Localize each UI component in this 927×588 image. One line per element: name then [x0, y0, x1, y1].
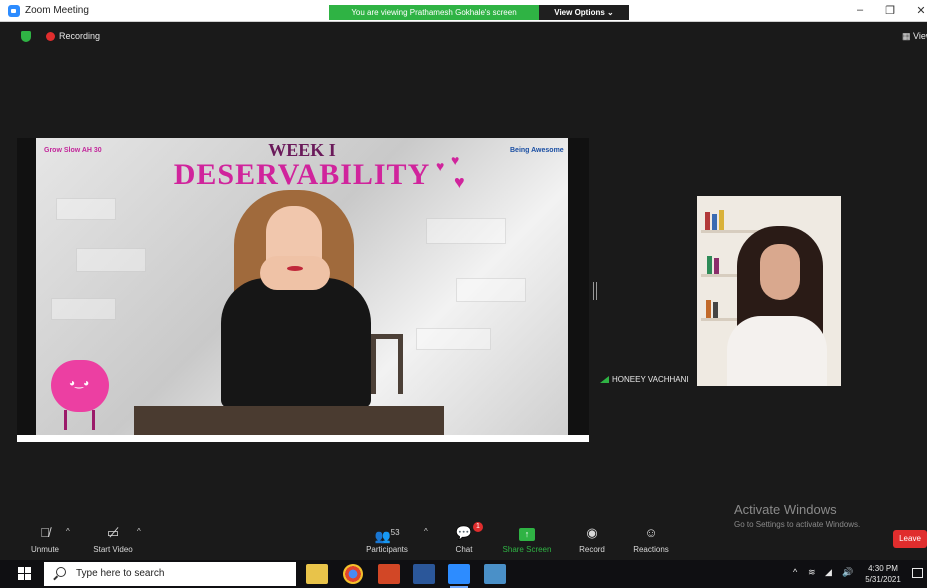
participant-face — [760, 244, 800, 300]
search-icon — [56, 567, 66, 577]
woman-hands — [260, 256, 330, 290]
reactions-label: Reactions — [633, 545, 669, 554]
chat-unread-badge: 1 — [473, 522, 483, 532]
powerpoint-icon[interactable] — [378, 564, 400, 584]
participants-icon: 👥53 — [374, 528, 400, 544]
slide-title: DESERVABILITY — [173, 158, 431, 191]
close-icon[interactable]: ✕ — [914, 4, 927, 17]
participants-button[interactable]: 👥53 Participants — [352, 524, 422, 554]
heart-icon: ♥ — [454, 172, 465, 192]
view-options-button[interactable]: View Options ⌄ — [539, 5, 629, 20]
splitter-handle[interactable] — [593, 282, 597, 300]
participant-name-tag: HONEEY VACHHANI — [600, 375, 689, 384]
network-icon[interactable]: ◢ — [825, 567, 832, 578]
photos-icon[interactable] — [484, 564, 506, 584]
restore-icon[interactable]: ❐ — [883, 4, 897, 17]
book — [705, 212, 710, 230]
wifi-icon[interactable]: ≋ — [808, 567, 816, 578]
share-screen-icon: ↑ — [492, 524, 562, 542]
window-title-bar: Zoom Meeting You are viewing Prathamesh … — [0, 0, 927, 22]
chat-icon: 💬 — [455, 525, 473, 540]
share-screen-button[interactable]: ↑ Share Screen — [492, 524, 562, 554]
security-shield-icon[interactable] — [21, 31, 31, 42]
chat-button[interactable]: 💬 1 Chat — [429, 522, 499, 554]
window-title: Zoom Meeting — [25, 5, 89, 16]
chrome-icon[interactable] — [343, 564, 363, 584]
file-explorer-icon[interactable] — [306, 564, 328, 584]
mascot-leg — [64, 410, 67, 430]
windows-start-icon[interactable] — [18, 567, 32, 581]
clock-time: 4:30 PM — [868, 564, 898, 573]
chat-label: Chat — [455, 545, 473, 554]
zoom-logo-icon — [8, 5, 20, 17]
activate-windows-title: Activate Windows — [734, 502, 837, 517]
woman-jacket — [221, 278, 371, 408]
book — [707, 256, 712, 274]
notification-center-icon[interactable] — [912, 568, 923, 578]
book — [706, 300, 711, 318]
clock-date: 5/31/2021 — [865, 575, 901, 584]
windows-taskbar: Type here to search ^ ≋ ◢ 🔊 4:30 PM 5/31… — [0, 560, 927, 588]
book — [714, 258, 719, 274]
brick-texture — [51, 298, 116, 320]
reactions-icon: ☺ — [644, 525, 658, 540]
book — [712, 214, 717, 230]
mascot-leg — [92, 410, 95, 430]
tray-overflow-icon[interactable]: ^ — [793, 567, 797, 577]
brick-texture — [426, 218, 506, 244]
brick-texture — [76, 248, 146, 272]
shelf — [701, 230, 761, 233]
taskbar-search-box[interactable]: Type here to search — [44, 562, 296, 586]
woman-lips — [287, 266, 303, 271]
participants-count: 53 — [390, 528, 400, 537]
reactions-button[interactable]: ☺ Reactions — [616, 524, 686, 554]
taskbar-clock[interactable]: 4:30 PM 5/31/2021 — [862, 563, 904, 585]
meeting-toolbar: 🎙̸ Unmute ^ ▭̸ Start Video ^ 👥53 Partici… — [0, 520, 927, 560]
brick-texture — [416, 328, 491, 350]
participant-name: HONEEY VACHHANI — [612, 375, 689, 384]
table — [134, 406, 444, 435]
chair — [371, 334, 403, 394]
zoom-taskbar-icon[interactable] — [448, 564, 470, 588]
participants-caret-icon[interactable]: ^ — [424, 527, 428, 536]
participants-label: Participants — [366, 545, 408, 554]
view-layout-button[interactable]: ▦ View — [902, 31, 927, 42]
participant-body — [727, 316, 827, 386]
recording-icon — [46, 32, 55, 41]
heart-icon: ♥ — [436, 158, 445, 174]
audio-options-caret-icon[interactable]: ^ — [66, 527, 70, 536]
share-screen-label: Share Screen — [502, 545, 552, 554]
video-options-caret-icon[interactable]: ^ — [137, 527, 141, 536]
leave-button[interactable]: Leave — [893, 530, 927, 548]
heart-icon: ♥ — [451, 152, 460, 168]
book — [713, 302, 718, 318]
viewing-screen-banner: You are viewing Prathamesh Gokhale's scr… — [329, 5, 539, 20]
start-video-label: Start Video — [93, 545, 133, 554]
mascot-face: ◕‿◕ — [69, 378, 90, 389]
brick-texture — [56, 198, 116, 220]
shared-slide: Grow Slow AH 30 Being Awesome WEEK I DES… — [36, 138, 568, 435]
slide-bottom-edge — [17, 435, 589, 442]
signal-strength-icon — [600, 376, 609, 383]
recording-label: Recording — [59, 31, 101, 41]
unmute-label: Unmute — [30, 545, 59, 554]
brick-texture — [456, 278, 526, 302]
word-icon[interactable] — [413, 564, 435, 584]
minimize-icon[interactable]: – — [853, 4, 867, 16]
book — [719, 210, 724, 230]
volume-icon[interactable]: 🔊 — [842, 567, 853, 578]
search-placeholder: Type here to search — [76, 568, 165, 579]
participant-video[interactable] — [697, 196, 841, 386]
